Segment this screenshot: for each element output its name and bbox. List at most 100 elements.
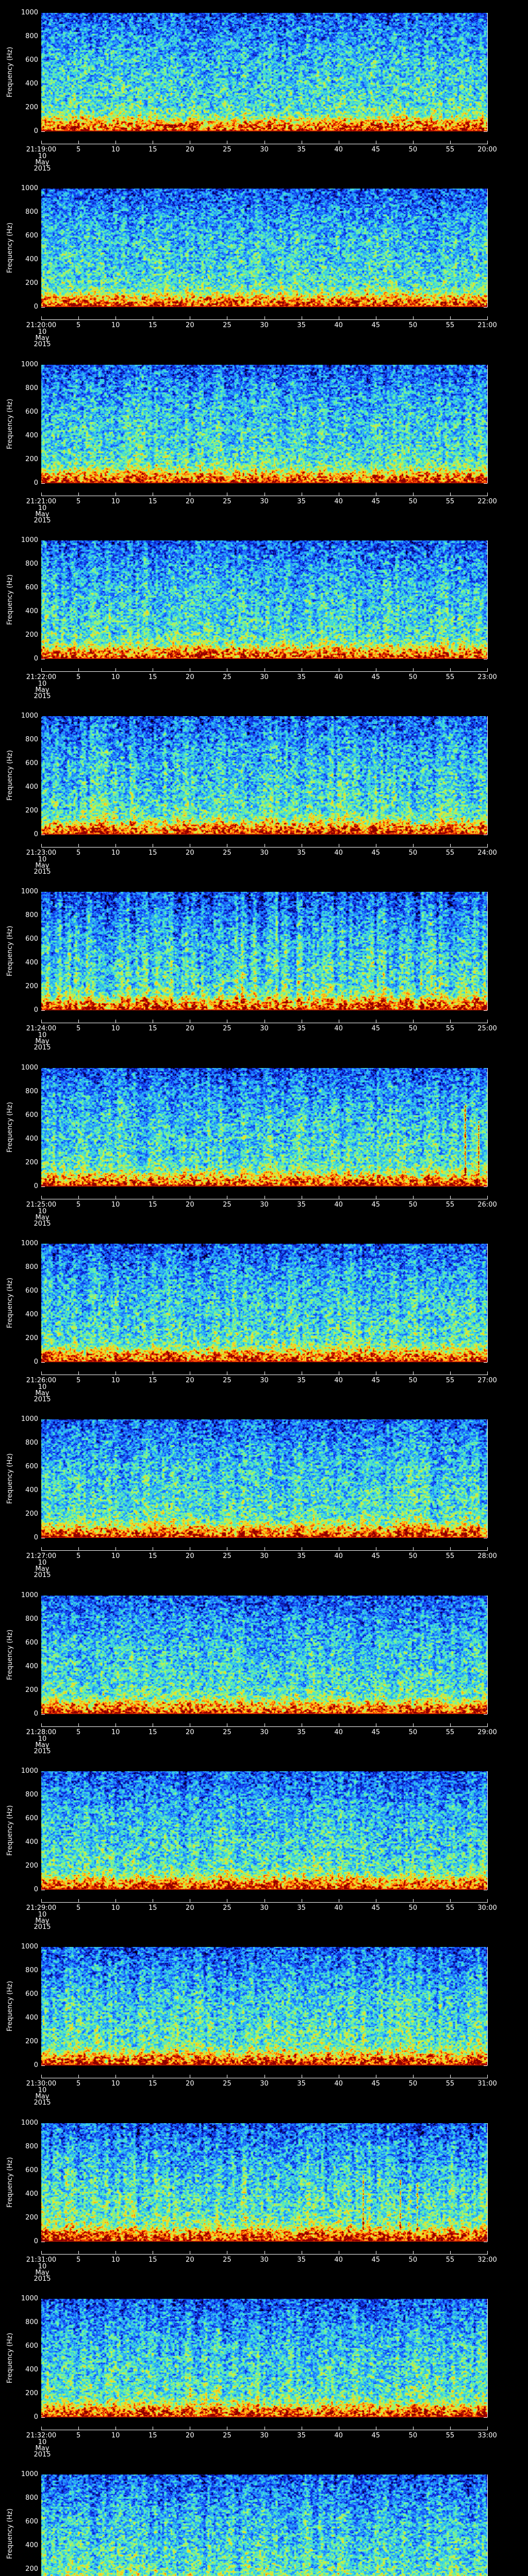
y-major-tick-right xyxy=(484,483,487,484)
spectrogram-panel-6: Frequency (Hz) 0 200 400 600 800 1000 5 10 15 20 25… xyxy=(0,1055,528,1231)
spectrogram-canvas xyxy=(41,2475,487,2576)
x-tick-label: 15 xyxy=(148,2256,157,2264)
x-major-tick xyxy=(412,844,414,847)
y-tick-label: 200 xyxy=(25,104,38,111)
x-major-tick xyxy=(412,668,414,671)
spectrogram-canvas xyxy=(41,189,487,307)
x-tick-label: 5 xyxy=(76,1201,81,1209)
x-tick-label: 30 xyxy=(260,146,269,154)
spectrogram-canvas xyxy=(41,540,487,659)
spectrogram-canvas xyxy=(41,13,487,131)
x-tick-label: 15 xyxy=(148,1025,157,1032)
x-major-tick xyxy=(487,668,488,671)
x-tick-label: 25 xyxy=(223,146,232,154)
y-tick-label: 600 xyxy=(25,1815,38,1822)
y-tick-label: 0 xyxy=(34,1886,38,1893)
x-major-tick xyxy=(487,2075,488,2078)
x-major-tick xyxy=(412,1899,414,1902)
x-axis-line xyxy=(41,2254,488,2255)
x-major-tick xyxy=(41,141,42,144)
x-tick-label: 55 xyxy=(446,673,455,681)
x-major-tick xyxy=(487,1020,488,1023)
y-tick-label: 400 xyxy=(25,607,38,615)
x-tick-label: 10 xyxy=(111,673,120,681)
x-tick-label: 30 xyxy=(260,1025,269,1032)
date-label: 2015 xyxy=(34,2099,51,2107)
x-major-tick xyxy=(41,1899,42,1902)
x-tick-label: 20 xyxy=(186,1728,194,1736)
x-tick-label: 50 xyxy=(408,1904,418,1912)
y-tick-label: 0 xyxy=(34,2413,38,2421)
x-tick-label: 10 xyxy=(111,1201,120,1209)
date-label: 2015 xyxy=(34,692,51,700)
y-major-tick-left xyxy=(41,483,45,484)
y-tick-label: 600 xyxy=(25,935,38,943)
y-axis-label: Frequency (Hz) xyxy=(6,2332,14,2384)
x-tick-label: 5 xyxy=(76,1728,81,1736)
y-tick-label: 1000 xyxy=(21,1064,38,1072)
y-major-tick-left xyxy=(41,1362,45,1363)
x-tick-label: 20 xyxy=(186,2256,194,2264)
y-axis-label: Frequency (Hz) xyxy=(6,925,14,977)
y-major-tick-left xyxy=(41,1010,45,1011)
x-tick-label: 40 xyxy=(334,321,343,329)
x-tick-label: 45 xyxy=(371,146,381,154)
y-axis-label: Frequency (Hz) xyxy=(6,1805,14,1856)
y-tick-label: 0 xyxy=(34,655,38,663)
y-tick-label: 0 xyxy=(34,127,38,135)
x-major-tick xyxy=(41,1020,42,1023)
y-tick-label: 1000 xyxy=(21,712,38,720)
x-major-tick xyxy=(78,1723,79,1726)
y-tick-label: 400 xyxy=(25,783,38,791)
x-tick-label: 55 xyxy=(446,2432,455,2439)
y-axis-label: Frequency (Hz) xyxy=(6,1629,14,1681)
x-major-tick xyxy=(41,493,42,496)
x-tick-label: 25 xyxy=(223,498,232,505)
x-major-tick xyxy=(41,1723,42,1726)
y-tick-label: 200 xyxy=(25,2389,38,2397)
y-tick-label: 1000 xyxy=(21,9,38,16)
x-tick-label: 20 xyxy=(186,1377,194,1384)
y-tick-label: 600 xyxy=(25,759,38,767)
x-major-tick xyxy=(450,1547,451,1550)
x-tick-label: 30 xyxy=(260,2080,269,2088)
spectrogram-canvas xyxy=(41,2123,487,2242)
end-time-label: 33:00 xyxy=(477,2432,497,2439)
spectrogram-canvas xyxy=(41,1419,487,1538)
x-major-tick xyxy=(78,1547,79,1550)
y-tick-label: 400 xyxy=(25,1135,38,1143)
x-axis-line xyxy=(41,1550,488,1551)
x-major-tick xyxy=(487,1723,488,1726)
date-label: 2015 xyxy=(34,1923,51,1931)
x-major-tick xyxy=(487,1196,488,1199)
spectrogram-panel-10: Frequency (Hz) 0 200 400 600 800 1000 5 10 15 20 25… xyxy=(0,1758,528,1934)
date-label: 2015 xyxy=(34,868,51,876)
x-tick-label: 50 xyxy=(408,2080,418,2088)
y-tick-label: 400 xyxy=(25,1486,38,1494)
x-major-tick xyxy=(78,316,79,319)
x-tick-label: 10 xyxy=(111,498,120,505)
y-major-tick-right xyxy=(484,2065,487,2066)
y-tick-label: 200 xyxy=(25,1334,38,1342)
x-tick-label: 30 xyxy=(260,1552,269,1560)
y-tick-label: 1000 xyxy=(21,1943,38,1951)
x-major-tick xyxy=(450,316,451,319)
x-tick-label: 50 xyxy=(408,1552,418,1560)
end-time-label: 20:00 xyxy=(477,146,497,154)
x-tick-label: 40 xyxy=(334,1201,343,1209)
spectrogram-panel-9: Frequency (Hz) 0 200 400 600 800 1000 5 10 15 20 25… xyxy=(0,1583,528,1758)
y-major-tick-right xyxy=(484,1714,487,1715)
x-tick-label: 10 xyxy=(111,2080,120,2088)
x-tick-label: 30 xyxy=(260,2432,269,2439)
x-tick-label: 50 xyxy=(408,673,418,681)
x-tick-label: 35 xyxy=(297,2256,306,2264)
x-tick-label: 45 xyxy=(371,2080,381,2088)
y-tick-label: 200 xyxy=(25,279,38,287)
x-tick-label: 15 xyxy=(148,2080,157,2088)
spectrogram-panel-5: Frequency (Hz) 0 200 400 600 800 1000 5 10 15 20 25… xyxy=(0,879,528,1055)
end-time-label: 29:00 xyxy=(477,1728,497,1736)
date-label: 2015 xyxy=(34,2451,51,2459)
x-tick-label: 20 xyxy=(186,1025,194,1032)
x-tick-label: 50 xyxy=(408,498,418,505)
right-axis-line xyxy=(487,2299,488,2417)
